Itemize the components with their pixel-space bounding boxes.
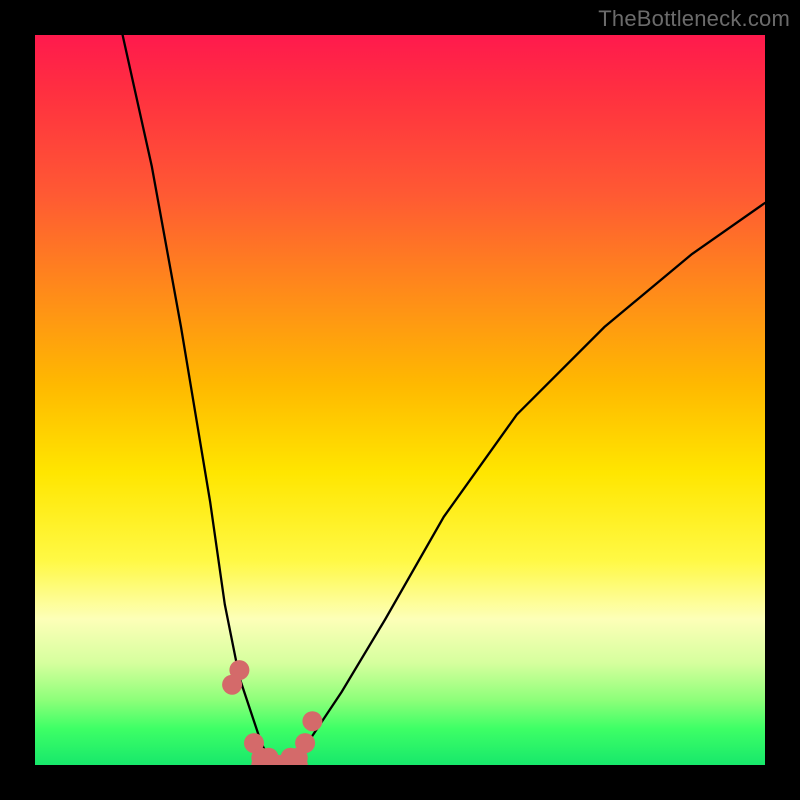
marker-dot (295, 733, 315, 753)
marker-dot (302, 711, 322, 731)
curve-svg (35, 35, 765, 765)
plot-area (35, 35, 765, 765)
bottom-marker-band (222, 660, 322, 765)
marker-dot (229, 660, 249, 680)
bottleneck-curve (123, 35, 765, 765)
chart-frame: TheBottleneck.com (0, 0, 800, 800)
watermark-text: TheBottleneck.com (598, 6, 790, 32)
